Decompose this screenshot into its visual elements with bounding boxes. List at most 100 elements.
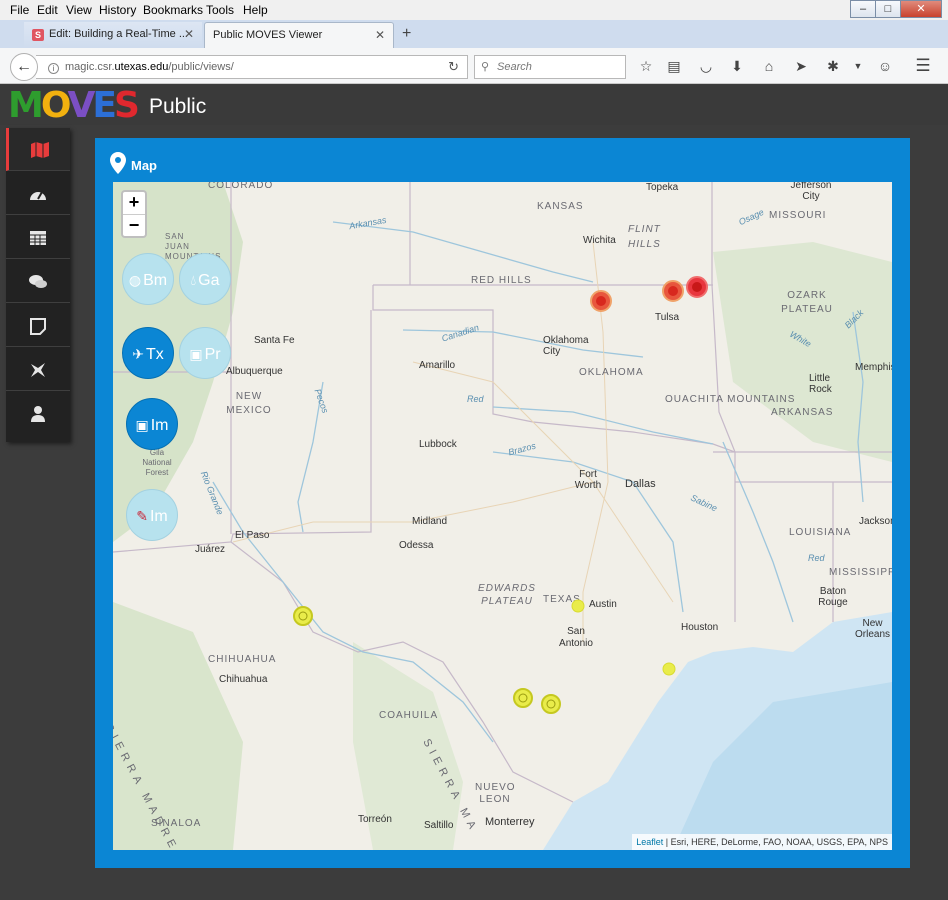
dashboard-icon: [30, 191, 46, 200]
reload-icon[interactable]: ↻: [448, 56, 459, 78]
search-icon: ⚲: [481, 61, 490, 73]
attribution-text: | Esri, HERE, DeLorme, FAO, NOAA, USGS, …: [663, 837, 888, 847]
extension-icon[interactable]: ✱: [824, 57, 842, 75]
sidebar: [6, 128, 70, 442]
logo-letter: O: [40, 85, 71, 126]
yellow-marker[interactable]: [513, 688, 533, 708]
zoom-control: + −: [121, 190, 147, 238]
menu-help[interactable]: Help: [243, 3, 268, 17]
back-arrow-icon[interactable]: ←: [10, 53, 38, 81]
sidebar-item-notes[interactable]: [6, 304, 70, 347]
yellow-marker[interactable]: [662, 662, 676, 676]
plugin-icon: [31, 362, 45, 377]
map-canvas[interactable]: COLORADO KANSAS MISSOURI FLINT HILLS RED…: [113, 182, 892, 850]
layer-button-im-edit[interactable]: ✎ Im: [126, 489, 178, 541]
layer-button-label: Im: [150, 417, 169, 434]
bookmark-star-icon[interactable]: ☆: [637, 57, 655, 75]
zoom-in-button[interactable]: +: [123, 192, 145, 214]
hamburger-menu-icon[interactable]: ☰: [914, 57, 932, 75]
reading-list-icon[interactable]: ▤: [665, 57, 683, 75]
layer-button-tx[interactable]: ✈ Tx: [122, 327, 174, 379]
menu-edit[interactable]: Edit: [37, 3, 58, 17]
map-pin-icon: [110, 152, 126, 174]
url-prefix: magic.csr.: [65, 61, 115, 73]
yellow-marker[interactable]: [293, 606, 313, 626]
map-panel: Map COLORADO KANSAS MISSOURI FLINT HILLS…: [95, 138, 910, 868]
sidebar-item-user[interactable]: [6, 392, 70, 435]
app-header: MOVES Public: [0, 85, 948, 126]
menu-history[interactable]: History: [99, 3, 136, 17]
minimize-icon[interactable]: –: [850, 0, 876, 18]
navigation-bar: i magic.csr.utexas.edu/public/views/ ↻ ← …: [0, 48, 948, 84]
search-field[interactable]: ⚲ Search: [474, 55, 626, 79]
url-host: utexas.edu: [114, 61, 169, 73]
layer-button-basemap[interactable]: ◍ Bm: [122, 253, 174, 305]
map-attribution: Leaflet | Esri, HERE, DeLorme, FAO, NOAA…: [632, 834, 892, 850]
edit-icon: ✎: [136, 508, 148, 524]
logo-letter: E: [92, 85, 117, 126]
yellow-marker[interactable]: [541, 694, 561, 714]
image-icon: ▣: [189, 346, 203, 362]
smiley-icon[interactable]: ☺: [876, 57, 894, 75]
send-icon[interactable]: ➤: [792, 57, 810, 75]
layer-button-label: Im: [149, 508, 168, 525]
map-icon: [30, 141, 49, 158]
menu-bar: File Edit View History Bookmarks Tools H…: [0, 0, 948, 20]
menu-bookmarks[interactable]: Bookmarks: [143, 3, 203, 17]
leaflet-link[interactable]: Leaflet: [636, 837, 663, 847]
logo-letter: S: [113, 85, 140, 126]
panel-title: Map: [110, 152, 157, 174]
home-icon[interactable]: ⌂: [760, 57, 778, 75]
maximize-icon[interactable]: □: [875, 0, 901, 18]
pocket-icon[interactable]: ◡: [697, 57, 715, 75]
tab-close-icon[interactable]: ✕: [184, 27, 194, 41]
image-icon: ▣: [135, 417, 149, 433]
user-icon: [31, 405, 45, 422]
tab-strip: S Edit: Building a Real-Time ... ✕ Public…: [0, 20, 948, 48]
menu-view[interactable]: View: [66, 3, 92, 17]
tab-favicon: S: [32, 29, 44, 41]
sidebar-item-chat[interactable]: [6, 260, 70, 303]
layer-button-label: Bm: [143, 272, 168, 289]
sidebar-item-table[interactable]: [6, 216, 70, 259]
menu-file[interactable]: File: [10, 3, 29, 17]
yellow-marker[interactable]: [571, 599, 585, 613]
download-icon[interactable]: ⬇: [728, 57, 746, 75]
red-marker[interactable]: [590, 290, 612, 312]
tab-title: Public MOVES Viewer: [213, 29, 323, 41]
moves-logo: MOVES: [8, 85, 140, 126]
layer-button-label: Ga: [198, 272, 220, 289]
layer-button-label: Pr: [204, 346, 221, 363]
tab-close-icon[interactable]: ✕: [375, 28, 385, 42]
url-path: /public/views/: [168, 61, 234, 73]
red-marker[interactable]: [662, 280, 684, 302]
sidebar-item-map[interactable]: [6, 128, 70, 171]
layer-button-im[interactable]: ▣ Im: [126, 398, 178, 450]
panel-title-text: Map: [131, 158, 157, 173]
sidebar-item-plugins[interactable]: [6, 348, 70, 391]
menu-tools[interactable]: Tools: [206, 3, 234, 17]
globe-icon: ◍: [128, 272, 142, 288]
window-controls: – □ ✕: [850, 0, 942, 18]
new-tab-icon[interactable]: +: [402, 25, 411, 43]
sidebar-item-dashboard[interactable]: [6, 172, 70, 215]
info-icon[interactable]: i: [48, 63, 59, 74]
drop-icon: 💧︎: [190, 272, 197, 288]
zoom-out-button[interactable]: −: [123, 214, 145, 236]
chat-icon: [29, 274, 47, 288]
red-marker[interactable]: [686, 276, 708, 298]
tab-moves-viewer[interactable]: Public MOVES Viewer ✕: [204, 22, 394, 48]
chevron-down-icon[interactable]: ▼: [849, 57, 867, 75]
logo-letter: V: [67, 85, 95, 126]
logo-letter: M: [8, 85, 44, 126]
tab-edit-article[interactable]: S Edit: Building a Real-Time ... ✕: [24, 22, 202, 48]
note-icon: [30, 317, 46, 335]
table-icon: [30, 230, 46, 245]
layer-button-pr[interactable]: ▣ Pr: [179, 327, 231, 379]
url-bar[interactable]: i magic.csr.utexas.edu/public/views/ ↻: [36, 55, 468, 79]
search-placeholder: Search: [497, 61, 532, 73]
close-window-icon[interactable]: ✕: [900, 0, 942, 18]
app-title: Public: [149, 95, 207, 118]
layer-button-gas[interactable]: 💧︎ Ga: [179, 253, 231, 305]
layer-button-label: Tx: [145, 346, 164, 363]
